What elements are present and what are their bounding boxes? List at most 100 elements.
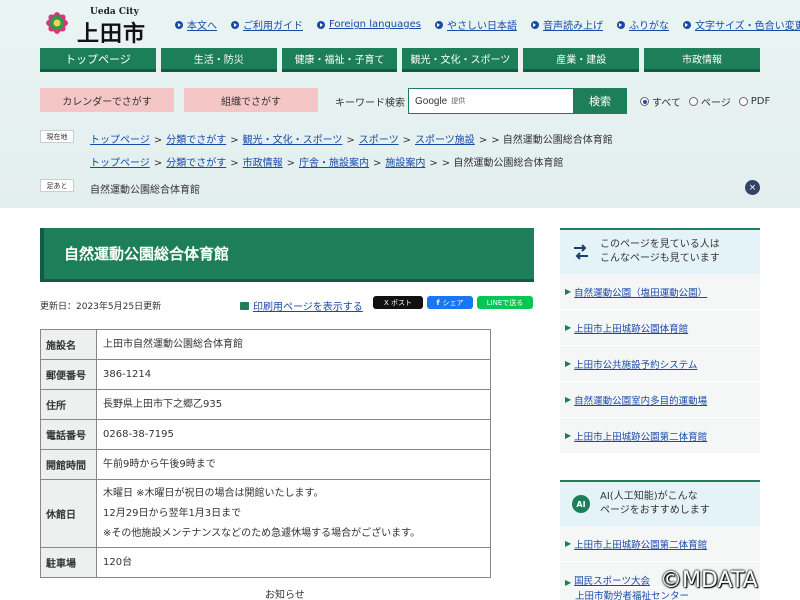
arrow-circle-icon [434,20,443,29]
org-search-button[interactable]: 組織でさがす [184,88,318,112]
updated-date: 更新日：2023年5月25日更新 [40,302,162,312]
triangle-right-icon: ▶ [565,323,572,332]
main-content: 自然運動公園総合体育館 更新日：2023年5月25日更新 印刷用ページを表示する… [40,228,534,578]
utility-link-guide[interactable]: ご利用ガイド [231,17,303,32]
breadcrumb-link[interactable]: トップページ [90,158,150,169]
list-item[interactable]: ▶ 上田市上田城跡公園第二体育館 [560,526,760,562]
table-row: 施設名 上田市自然運動公園総合体育館 [40,329,491,360]
utility-link-skip[interactable]: 本文へ [175,17,217,32]
search-button[interactable]: 検索 [573,88,627,114]
list-item[interactable]: ▶ 上田市上田城跡公園第二体育館 [560,418,760,454]
scope-pdf[interactable]: PDF [738,94,770,109]
related-pages-heading-text: このページを見ている人は こんなページも見ています [600,239,720,264]
ai-badge-icon: AI [572,495,590,513]
keyword-search-label: キーワード検索 [335,98,405,109]
history-item[interactable]: 自然運動公園総合体育館 [90,181,200,196]
breadcrumb-link[interactable]: 施設案内 [385,158,425,169]
breadcrumb-link[interactable]: 観光・文化・スポーツ [243,135,343,146]
table-header: 電話番号 [40,419,97,450]
google-label: Google [415,95,448,107]
breadcrumb-link[interactable]: スポーツ施設 [415,135,475,146]
breadcrumb-current: > 自然運動公園総合体育館 [441,158,564,169]
table-cell: 長野県上田市下之郷乙935 [96,389,491,420]
table-cell: 午前9時から午後9時まで [96,449,491,480]
list-item[interactable]: ▶ 自然運動公園室内多目的運動場 [560,382,760,418]
utility-link-read-aloud[interactable]: 音声読み上げ [530,17,603,32]
logo-japanese-text: 上田市 [77,22,147,47]
close-icon[interactable]: × [745,180,760,195]
breadcrumb-link[interactable]: 分類でさがす [166,158,226,169]
print-link[interactable]: 印刷用ページを表示する [240,298,363,313]
arrow-circle-icon [175,20,183,29]
site-logo[interactable]: Ueda City 上田市 [40,6,160,47]
breadcrumb: トップページ > 分類でさがす > 市政情報 > 庁舎・施設案内 > 施設案内 > > 自然運動公園… [90,158,564,169]
table-cell: 上田市自然運動公園総合体育館 [96,329,491,360]
header-area: Ueda City 上田市 本文へ ご利用ガイド Foreign languag… [0,0,800,208]
utility-links: 本文へ ご利用ガイド Foreign languages やさしい日本語 音声読… [175,17,800,32]
facebook-share-button[interactable]: f シェア [427,296,473,309]
arrow-circle-icon [317,20,325,29]
utility-link-furigana[interactable]: ふりがな [616,17,669,32]
radio-checked-icon [640,97,649,106]
table-header: 開館時間 [40,449,97,480]
search-scope: すべて ページ PDF [640,94,770,109]
table-row: 開館時間 午前9時から午後9時まで [40,449,491,480]
arrow-circle-icon [616,20,625,29]
scope-page[interactable]: ページ [688,94,731,109]
table-cell: 0268-38-7195 [96,419,491,450]
calendar-search-button[interactable]: カレンダーでさがす [40,88,174,112]
ueda-flower-logo-icon [46,12,68,34]
facebook-icon: f [436,298,440,307]
sns-buttons: X ポスト f シェア LINEで送る [373,296,533,309]
triangle-right-icon: ▶ [565,359,572,368]
swap-arrows-icon [572,243,590,261]
breadcrumb: トップページ > 分類でさがす > 観光・文化・スポーツ > スポーツ > スポーツ施設 > > 自… [90,135,613,146]
breadcrumb-link[interactable]: 分類でさがす [166,135,226,146]
radio-icon [738,97,748,106]
nav-city-info[interactable]: 市政情報 [644,48,760,72]
list-item[interactable]: ▶ 上田市公共施設予約システム [560,346,760,382]
scope-all[interactable]: すべて [640,94,681,109]
notice-heading: お知らせ [265,590,305,600]
triangle-right-icon: ▶ [565,287,572,296]
breadcrumb-link[interactable]: トップページ [90,135,150,146]
current-location-label: 現在地 [40,130,74,143]
nav-industry[interactable]: 産業・建設 [523,48,640,72]
arrow-circle-icon [530,20,539,29]
list-item[interactable]: ▶ 上田市上田城跡公園体育館 [560,310,760,346]
nav-tourism-culture[interactable]: 観光・文化・スポーツ [402,48,519,72]
table-header: 住所 [40,389,97,420]
utility-link-text-size[interactable]: 文字サイズ・色合い変更 [682,17,800,32]
triangle-right-icon: ▶ [565,539,572,548]
facility-info-table: 施設名 上田市自然運動公園総合体育館 郵便番号 386-1214 住所 長野県上… [40,329,491,578]
table-header: 郵便番号 [40,359,97,390]
x-post-button[interactable]: X ポスト [373,296,423,309]
table-cell: 木曜日 ※木曜日が祝日の場合は開館いたします。 12月29日から翌年1月3日まで… [96,479,491,548]
table-cell: 386-1214 [96,359,491,390]
table-row: 住所 長野県上田市下之郷乙935 [40,389,491,420]
utility-link-foreign[interactable]: Foreign languages [317,17,421,32]
triangle-right-icon: ▶ [565,578,572,587]
breadcrumb-link[interactable]: 庁舎・施設案内 [299,158,369,169]
table-row: 駐車場 120台 [40,547,491,578]
closed-days-line: 木曜日 ※木曜日が祝日の場合は開館いたします。 [103,487,324,499]
breadcrumb-link[interactable]: スポーツ [359,135,399,146]
global-nav: トップページ 生活・防災 健康・福祉・子育て 観光・文化・スポーツ 産業・建設 … [40,48,760,72]
line-send-button[interactable]: LINEで送る [477,296,533,309]
triangle-right-icon: ▶ [565,431,572,440]
related-pages-panel: このページを見ている人は こんなページも見ています ▶ 自然運動公園（塩田運動公園… [560,228,760,454]
list-item[interactable]: ▶ 自然運動公園（塩田運動公園） [560,274,760,310]
nav-top-page[interactable]: トップページ [40,48,156,72]
table-header: 休館日 [40,479,97,548]
breadcrumb-link[interactable]: 市政情報 [243,158,283,169]
closed-days-line: 12月29日から翌年1月3日まで [103,507,242,519]
arrow-circle-icon [682,20,691,29]
watermark: ©MDATA [660,568,758,593]
history-label: 足あと [40,179,74,192]
ai-recommend-heading-text: AI(人工知能)がこんな ページをおすすめします [600,491,710,516]
utility-link-easy-japanese[interactable]: やさしい日本語 [434,17,517,32]
nav-health-welfare[interactable]: 健康・福祉・子育て [281,48,398,72]
closed-days-line: ※その他施設メンテナンスなどのため急遽休場する場合がございます。 [103,527,421,539]
nav-life-safety[interactable]: 生活・防災 [160,48,277,72]
provided-label: 提供 [451,97,466,105]
